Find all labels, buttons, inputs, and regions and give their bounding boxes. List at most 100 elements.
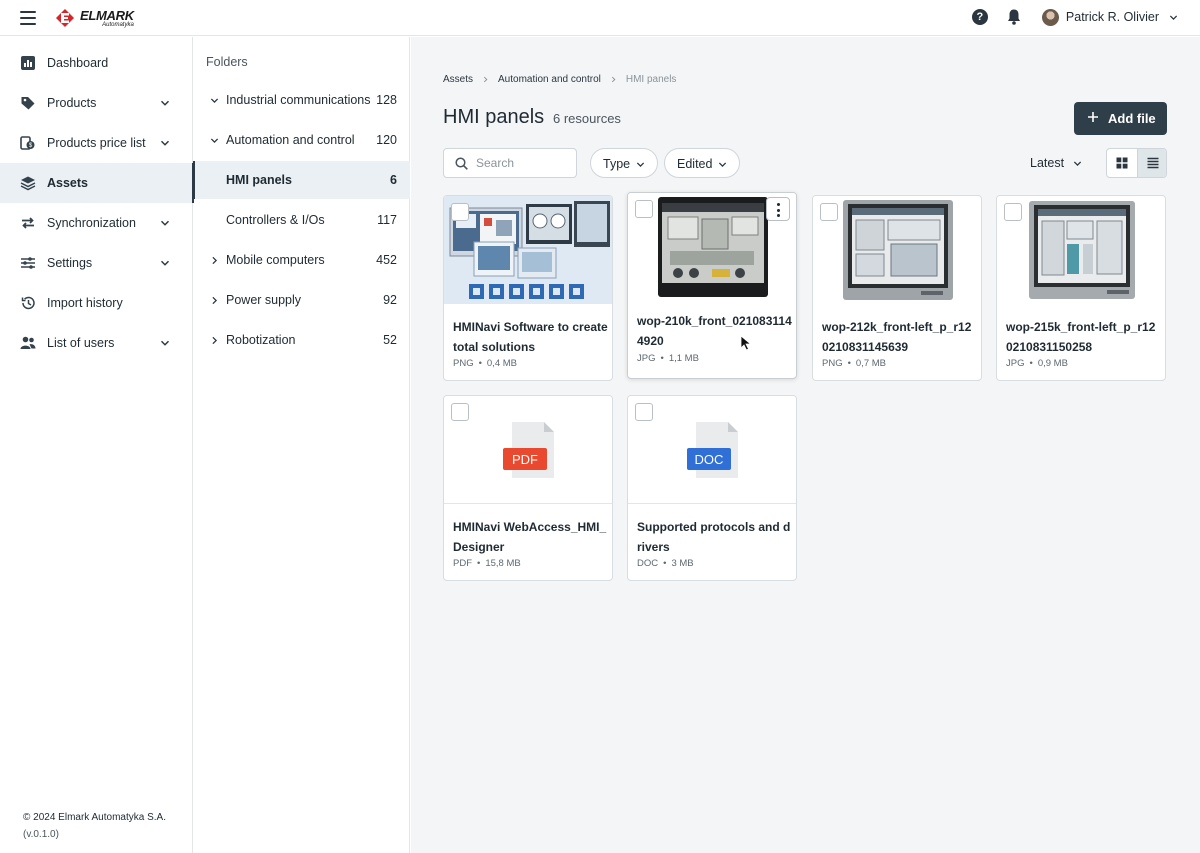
sidebar-item-products[interactable]: Products (0, 83, 193, 123)
asset-size: 15,8 MB (485, 558, 521, 569)
asset-card[interactable]: PDF HMINavi WebAccess_HMI_Designer PDF • 1… (443, 395, 613, 581)
mouse-pointer-icon (740, 335, 752, 351)
asset-thumbnail (813, 196, 981, 304)
sidebar-item-label: Settings (47, 256, 93, 270)
bell-icon[interactable] (1006, 8, 1022, 26)
breadcrumb-item[interactable]: Assets (443, 74, 473, 85)
search-box[interactable] (443, 148, 577, 178)
type-filter-dropdown[interactable]: Type (590, 148, 658, 178)
chevron-down-icon[interactable] (160, 138, 170, 148)
folders-panel: Folders Industrial communications 128 Au… (193, 37, 410, 853)
more-options-button[interactable] (766, 197, 790, 221)
avatar[interactable] (1041, 8, 1059, 26)
asset-card[interactable]: wop-210k_front_0210831144920 JPG • 1,1 MB (627, 192, 797, 379)
folder-power-supply[interactable]: Power supply 92 (194, 281, 410, 319)
asset-card[interactable]: wop-215k_front-left_p_r120210831150258 J… (996, 195, 1166, 381)
edited-filter-dropdown[interactable]: Edited (664, 148, 740, 178)
asset-meta: PDF • 15,8 MB (453, 558, 521, 569)
sidebar-item-users[interactable]: List of users (0, 323, 193, 363)
help-icon[interactable]: ? (971, 9, 988, 25)
folder-automation-and-control[interactable]: Automation and control 120 (194, 121, 410, 159)
asset-title: HMINavi Software to create total solutio… (453, 320, 608, 354)
folder-name: Power supply (226, 293, 302, 307)
folder-count: 120 (376, 133, 397, 147)
top-bar: ELMARK Automatyka ? Patrick R. Olivier (0, 0, 1200, 36)
folder-count: 6 (390, 173, 397, 187)
folder-hmi-panels[interactable]: HMI panels 6 (193, 161, 410, 199)
asset-title: wop-212k_front-left_p_r120210831145639 (822, 320, 972, 354)
asset-card[interactable]: DOC Supported protocols and drivers DOC •… (627, 395, 797, 581)
folder-count: 117 (377, 213, 397, 227)
asset-meta: JPG • 0,9 MB (1006, 358, 1068, 369)
chevron-down-icon[interactable] (160, 338, 170, 348)
sidebar-item-label: Dashboard (47, 56, 109, 70)
folder-name: Automation and control (226, 133, 355, 147)
chevron-right-icon (611, 76, 616, 83)
hmi-software-image (444, 196, 612, 304)
chevron-down-icon[interactable] (160, 98, 170, 108)
asset-type: PNG (822, 358, 843, 369)
doc-file-icon: DOC (687, 422, 738, 478)
chevron-right-icon[interactable] (210, 256, 219, 265)
chevron-right-icon (483, 76, 488, 83)
sidebar-item-assets[interactable]: Assets (0, 163, 194, 203)
select-checkbox[interactable] (635, 200, 653, 218)
asset-card[interactable]: wop-212k_front-left_p_r120210831145639 P… (812, 195, 982, 381)
asset-title: HMINavi WebAccess_HMI_Designer (453, 520, 607, 554)
select-checkbox[interactable] (635, 403, 653, 421)
asset-thumbnail: DOC (628, 396, 796, 504)
user-name[interactable]: Patrick R. Olivier (1066, 10, 1159, 24)
asset-title: wop-215k_front-left_p_r120210831150258 (1006, 320, 1156, 354)
sidebar-item-dashboard[interactable]: Dashboard (0, 43, 193, 83)
breadcrumb-item[interactable]: Automation and control (498, 74, 601, 85)
breadcrumb-current: HMI panels (625, 74, 677, 85)
pdf-file-icon: PDF (503, 422, 554, 478)
asset-size: 0,9 MB (1037, 358, 1068, 369)
chevron-down-icon[interactable] (210, 96, 219, 105)
chevron-down-icon[interactable] (1169, 13, 1178, 22)
asset-thumbnail (444, 196, 612, 304)
asset-type: JPG (1006, 358, 1025, 369)
folder-controllers-ios[interactable]: Controllers & I/Os 117 (194, 201, 410, 239)
folder-industrial-communications[interactable]: Industrial communications 128 (194, 81, 410, 119)
chevron-right-icon[interactable] (210, 336, 219, 345)
asset-size: 0,7 MB (855, 358, 887, 369)
sort-dropdown[interactable]: Latest (1030, 156, 1064, 170)
chevron-down-icon[interactable] (210, 136, 219, 145)
sidebar-item-label: Import history (47, 296, 123, 310)
search-input[interactable] (476, 155, 572, 171)
users-icon (20, 336, 36, 349)
chevron-down-icon (718, 162, 727, 168)
logo[interactable]: ELMARK Automatyka (52, 5, 134, 31)
select-checkbox[interactable] (451, 403, 469, 421)
folder-mobile-computers[interactable]: Mobile computers 452 (194, 241, 410, 279)
sidebar-item-settings[interactable]: Settings (0, 243, 193, 283)
sidebar-item-import-history[interactable]: Import history (0, 283, 193, 323)
asset-type: JPG (637, 353, 656, 364)
chevron-down-icon[interactable] (160, 258, 170, 268)
grid-view-button[interactable] (1107, 149, 1137, 177)
asset-size: 0,4 MB (486, 358, 518, 369)
folder-name: Robotization (226, 333, 296, 347)
menu-icon[interactable] (20, 11, 36, 25)
folder-robotization[interactable]: Robotization 52 (194, 321, 410, 359)
list-view-button[interactable] (1137, 149, 1166, 177)
add-file-button[interactable]: Add file (1074, 102, 1167, 135)
select-checkbox[interactable] (451, 203, 469, 221)
sidebar: Dashboard Products $ Products price list… (0, 37, 194, 853)
folder-name: Industrial communications (226, 93, 371, 107)
select-checkbox[interactable] (1004, 203, 1022, 221)
asset-card[interactable]: HMINavi Software to create total solutio… (443, 195, 613, 381)
sidebar-item-synchronization[interactable]: Synchronization (0, 203, 193, 243)
sidebar-item-label: Products price list (47, 136, 146, 150)
chevron-right-icon[interactable] (210, 296, 219, 305)
sidebar-item-price-list[interactable]: $ Products price list (0, 123, 193, 163)
select-checkbox[interactable] (820, 203, 838, 221)
chevron-down-icon[interactable] (1073, 159, 1082, 168)
breadcrumb: Assets Automation and control HMI panels (443, 74, 676, 85)
main-content: Assets Automation and control HMI panels… (411, 37, 1200, 853)
view-toggle (1106, 148, 1167, 178)
footer-copyright: © 2024 Elmark Automatyka S.A. (23, 812, 166, 823)
history-icon (21, 296, 35, 310)
chevron-down-icon[interactable] (160, 218, 170, 228)
